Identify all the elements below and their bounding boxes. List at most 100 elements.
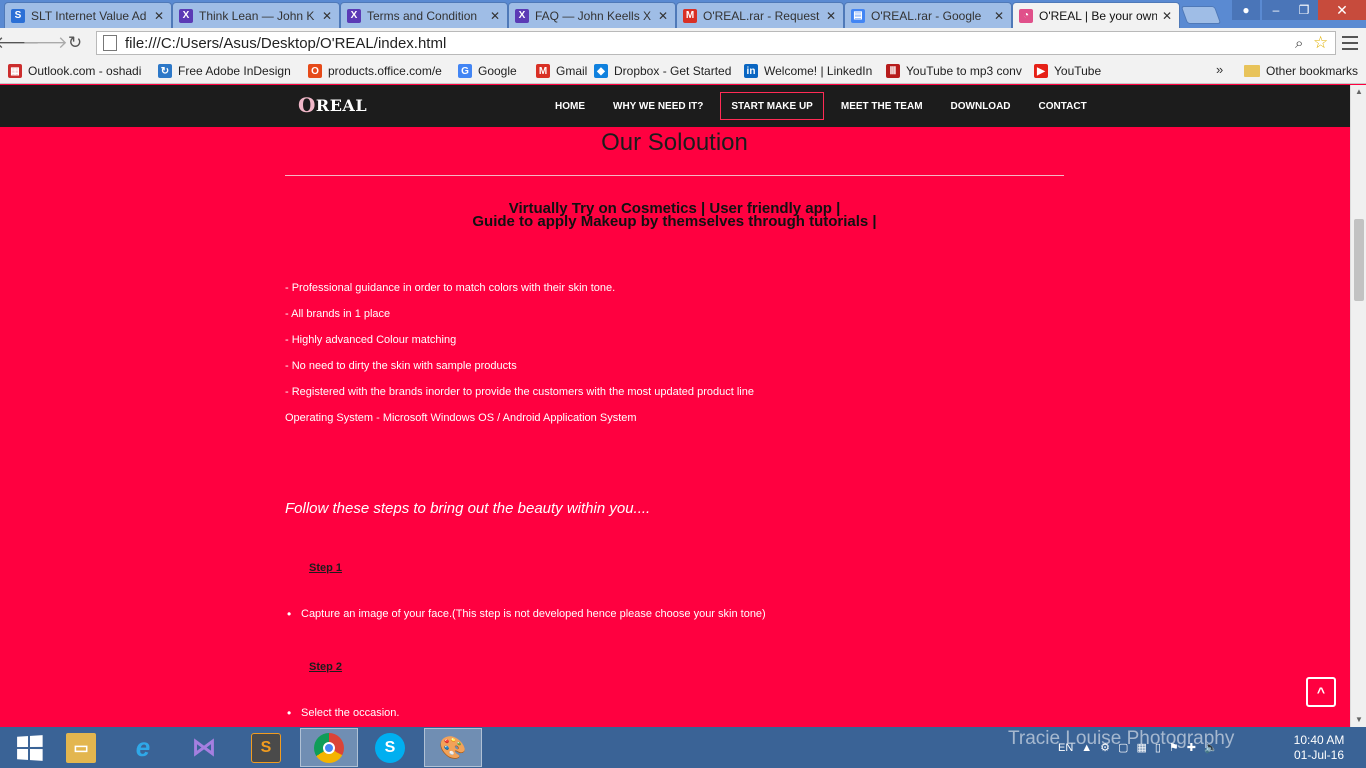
step-1-title: Step 1 <box>309 562 343 574</box>
taskbar-visual-studio[interactable]: ⋈ <box>175 728 233 767</box>
bookmark-item[interactable]: Ⅲ YouTube to mp3 conv <box>886 62 1022 80</box>
page-viewport: O REAL HOME WHY WE NEED IT? START MAKE UP ME… <box>0 85 1350 727</box>
maximize-button[interactable]: ❐ <box>1290 0 1318 20</box>
nav-link[interactable]: CONTACT <box>1028 92 1098 120</box>
step-2-title: Step 2 <box>309 661 343 673</box>
nav-link[interactable]: MEET THE TEAM <box>830 92 934 120</box>
chrome-icon <box>314 732 344 763</box>
oreal-logo[interactable]: O REAL <box>298 93 367 117</box>
feature-item: - All brands in 1 place <box>285 308 391 320</box>
feature-item: - No need to dirty the skin with sample … <box>285 360 517 372</box>
bookmark-item[interactable]: ▦ Outlook.com - oshadi <box>8 62 146 80</box>
tab-title: FAQ — John Keells X <box>535 8 652 23</box>
other-bookmarks-label: Other bookmarks <box>1266 64 1359 78</box>
taskbar-sublime-text[interactable]: S <box>237 728 295 767</box>
bookmark-item[interactable]: Oproducts.office.com/e <box>308 62 448 80</box>
other-bookmarks-folder[interactable]: Other bookmarks <box>1244 62 1358 80</box>
new-tab-button[interactable] <box>1180 6 1222 24</box>
minimize-button[interactable]: – <box>1262 0 1290 20</box>
tab-close-icon[interactable]: ✕ <box>153 9 165 23</box>
taskbar-chrome[interactable] <box>300 728 358 767</box>
browser-tab[interactable]: ▤ O'REAL.rar - Google ✕ <box>844 2 1012 28</box>
action-center-icon[interactable]: ▢ <box>1118 741 1128 754</box>
taskbar-file-explorer[interactable]: ▭ <box>52 728 110 767</box>
step-1-item: Capture an image of your face.(This step… <box>287 607 766 621</box>
language-indicator[interactable]: EN <box>1058 742 1073 754</box>
network-icon[interactable]: ▦ <box>1136 741 1146 754</box>
bookmark-item[interactable]: M Gmail <box>536 62 588 80</box>
site-nav-links: HOME WHY WE NEED IT? START MAKE UP MEET THE… <box>544 92 1104 120</box>
skype-icon: S <box>375 732 405 763</box>
taskbar-skype[interactable]: S <box>361 728 419 767</box>
tab-close-icon[interactable]: ✕ <box>825 9 837 23</box>
taskbar-internet-explorer[interactable]: e <box>114 728 172 767</box>
dropbox-icon: ◆ <box>594 64 608 78</box>
tab-close-icon[interactable]: ✕ <box>657 9 669 23</box>
browser-tab[interactable]: M O'REAL.rar - Request ✕ <box>676 2 844 28</box>
bookmark-item[interactable]: ↻ Free Adobe InDesign <box>158 62 298 80</box>
tab-close-icon[interactable]: ✕ <box>993 9 1005 23</box>
bookmark-item[interactable]: G Google <box>458 62 528 80</box>
nav-link[interactable]: WHY WE NEED IT? <box>602 92 714 120</box>
nav-link[interactable]: START MAKE UP <box>720 92 824 120</box>
x-icon: X <box>179 8 193 23</box>
folder-icon: ▭ <box>66 732 96 763</box>
taskbar-paint[interactable]: 🎨 <box>424 728 482 767</box>
browser-tab[interactable]: ◔ O'REAL | Be your own ✕ <box>1012 2 1180 28</box>
clock-time: 10:40 AM <box>1293 733 1345 747</box>
paint-icon: 🎨 <box>439 734 467 760</box>
volume-icon[interactable]: 🔈 <box>1204 741 1218 754</box>
feature-item: Operating System - Microsoft Windows OS … <box>285 412 637 424</box>
tab-title: Think Lean — John K <box>199 8 315 23</box>
nav-link[interactable]: HOME <box>544 92 596 120</box>
clock-date: 01-Jul-16 <box>1293 748 1345 762</box>
scroll-up-arrow-icon[interactable]: ▲ <box>1351 85 1366 99</box>
feature-item: - Registered with the brands inorder to … <box>285 386 754 398</box>
start-button[interactable] <box>0 728 58 767</box>
tray-app-icon[interactable]: ⚙ <box>1100 741 1110 754</box>
back-to-top-button[interactable]: ^ <box>1306 677 1336 707</box>
page-scrollbar[interactable]: ▲ ▼ <box>1350 85 1366 727</box>
visual-studio-icon: ⋈ <box>192 734 216 761</box>
bookmark-item[interactable]: ◆ Dropbox - Get Started <box>594 62 734 80</box>
chrome-menu-icon[interactable] <box>1342 34 1358 52</box>
x-icon: X <box>347 8 361 23</box>
follow-steps-heading: Follow these steps to bring out the beau… <box>285 500 651 517</box>
browser-tab[interactable]: X Think Lean — John K ✕ <box>172 2 340 28</box>
zoom-icon[interactable]: ⌕ <box>1295 35 1313 52</box>
close-window-button[interactable]: ✕ <box>1318 0 1366 20</box>
reload-button[interactable]: ↻ <box>64 33 86 53</box>
scrollbar-thumb[interactable] <box>1354 219 1364 301</box>
office-icon: O <box>308 64 322 78</box>
battery-icon[interactable]: ▯ <box>1155 741 1161 754</box>
internet-explorer-icon: e <box>135 732 151 762</box>
sync-icon: ↻ <box>158 64 172 78</box>
sync-status-icon[interactable]: ✚ <box>1187 741 1196 754</box>
nav-link[interactable]: DOWNLOAD <box>940 92 1022 120</box>
tab-close-icon[interactable]: ✕ <box>489 9 501 23</box>
user-icon[interactable]: ● <box>1232 0 1260 20</box>
bookmarks-more-button[interactable]: » <box>1216 62 1223 77</box>
bookmark-label: YouTube <box>1054 64 1102 78</box>
bookmark-star-icon[interactable]: ☆ <box>1313 33 1335 53</box>
step-2-item: Select the occasion. <box>287 706 400 720</box>
taskbar-clock[interactable]: 10:40 AM 01-Jul-16 <box>1286 733 1352 763</box>
tab-title: Terms and Condition <box>367 8 478 23</box>
browser-tab[interactable]: S SLT Internet Value Ad ✕ <box>4 2 172 28</box>
address-bar[interactable]: file:///C:/Users/Asus/Desktop/O'REAL/ind… <box>96 31 1336 55</box>
outlook-icon: ▦ <box>8 64 22 78</box>
page-title: Our Soloution <box>601 129 748 156</box>
windows-logo-icon <box>17 734 43 761</box>
tab-close-icon[interactable]: ✕ <box>321 9 333 23</box>
bookmark-item[interactable]: ▶ YouTube <box>1034 62 1104 80</box>
forward-button[interactable]: 🡒 <box>22 33 68 53</box>
bookmark-item[interactable]: in Welcome! | LinkedIn <box>744 62 878 80</box>
browser-tab[interactable]: X FAQ — John Keells X ✕ <box>508 2 676 28</box>
tab-close-icon[interactable]: ✕ <box>1161 9 1173 23</box>
url-text[interactable]: file:///C:/Users/Asus/Desktop/O'REAL/ind… <box>125 35 1295 52</box>
browser-tab[interactable]: X Terms and Condition ✕ <box>340 2 508 28</box>
show-hidden-icons-icon[interactable]: ▲ <box>1081 742 1092 754</box>
feature-item: - Professional guidance in order to matc… <box>285 282 616 294</box>
flag-icon[interactable]: ⚑ <box>1169 741 1179 754</box>
scroll-down-arrow-icon[interactable]: ▼ <box>1351 713 1366 727</box>
